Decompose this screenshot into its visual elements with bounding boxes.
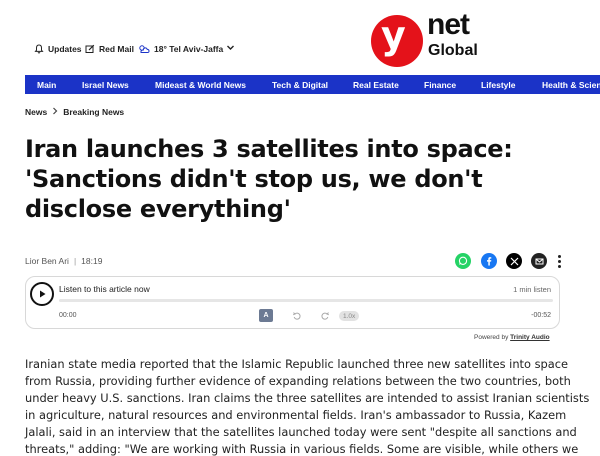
breadcrumb-news[interactable]: News	[25, 107, 47, 117]
nav-item-real-estate[interactable]: Real Estate	[353, 80, 399, 90]
translate-icon: A	[263, 312, 269, 319]
weather-cloud-icon	[139, 45, 150, 53]
share-whatsapp-button[interactable]	[455, 253, 471, 269]
article-body: Iranian state media reported that the Is…	[25, 357, 590, 456]
red-mail-link[interactable]: Red Mail	[85, 44, 134, 54]
audio-player: Listen to this article now 1 min listen …	[25, 276, 560, 329]
more-icon-dot	[557, 259, 561, 263]
nav-item-mideast-world[interactable]: Mideast & World News	[155, 80, 246, 90]
share-facebook-button[interactable]	[481, 253, 497, 269]
bell-icon	[34, 44, 44, 54]
nav-item-israel-news[interactable]: Israel News	[82, 80, 129, 90]
logo-mark: y	[381, 13, 406, 57]
author-name[interactable]: Lior Ben Ari	[25, 256, 69, 266]
forward-icon	[321, 312, 330, 320]
powered-prefix: Powered by	[474, 334, 509, 341]
forward-button[interactable]	[320, 311, 330, 323]
updates-link[interactable]: Updates	[34, 44, 82, 54]
weather-dropdown[interactable]	[226, 43, 239, 52]
facebook-icon	[487, 257, 492, 266]
share-x-button[interactable]	[506, 253, 522, 269]
player-duration: 1 min listen	[513, 285, 551, 294]
more-options-button[interactable]	[554, 253, 564, 269]
logo-global: Global	[428, 42, 478, 59]
player-title: Listen to this article now	[59, 284, 150, 294]
rewind-icon	[292, 312, 301, 320]
whatsapp-icon	[458, 256, 468, 265]
nav-item-tech-digital[interactable]: Tech & Digital	[272, 80, 328, 90]
x-icon	[510, 257, 518, 265]
share-mail-button[interactable]	[531, 253, 547, 269]
remaining-time: -00:52	[531, 312, 551, 319]
rewind-button[interactable]	[292, 311, 302, 323]
nav-item-health-science[interactable]: Health & Scien	[542, 80, 600, 90]
publish-time: 18:19	[81, 256, 103, 266]
translate-button[interactable]: A	[259, 309, 273, 322]
progress-bar[interactable]	[59, 299, 553, 302]
ynet-global-logo[interactable]: y net Global	[371, 8, 491, 70]
weather-widget[interactable]: 18° Tel Aviv-Jaffa	[138, 44, 223, 54]
nav-item-main[interactable]: Main	[37, 80, 56, 90]
chevron-down-icon	[227, 45, 234, 50]
byline: Lior Ben Ari | 18:19	[25, 256, 102, 266]
powered-by: Powered by Trinity Audio	[474, 334, 550, 341]
article-headline: Iran launches 3 satellites into space: '…	[25, 135, 513, 223]
nav-item-lifestyle[interactable]: Lifestyle	[481, 80, 516, 90]
play-button[interactable]	[30, 282, 54, 306]
logo-net: net	[427, 8, 470, 41]
weather-label: 18° Tel Aviv-Jaffa	[154, 44, 224, 54]
breadcrumb: News Breaking News	[25, 107, 124, 117]
play-icon	[40, 290, 46, 298]
more-icon	[557, 254, 561, 258]
byline-divider: |	[73, 256, 77, 266]
main-nav: Main Israel News Mideast & World News Te…	[25, 75, 600, 94]
nav-item-finance[interactable]: Finance	[424, 80, 456, 90]
updates-label: Updates	[48, 44, 82, 54]
chevron-right-icon	[52, 107, 58, 117]
playback-speed[interactable]: 1.0x	[339, 311, 360, 321]
red-mail-label: Red Mail	[99, 44, 134, 54]
top-header: Updates Red Mail 18° Tel Aviv-Jaffa y ne…	[0, 0, 600, 74]
trinity-audio-link[interactable]: Trinity Audio	[510, 334, 549, 341]
breadcrumb-breaking-news[interactable]: Breaking News	[63, 107, 124, 117]
mail-icon	[535, 258, 543, 264]
more-icon-dot	[557, 264, 561, 268]
edit-mail-icon	[85, 44, 95, 53]
current-time: 00:00	[59, 312, 77, 319]
